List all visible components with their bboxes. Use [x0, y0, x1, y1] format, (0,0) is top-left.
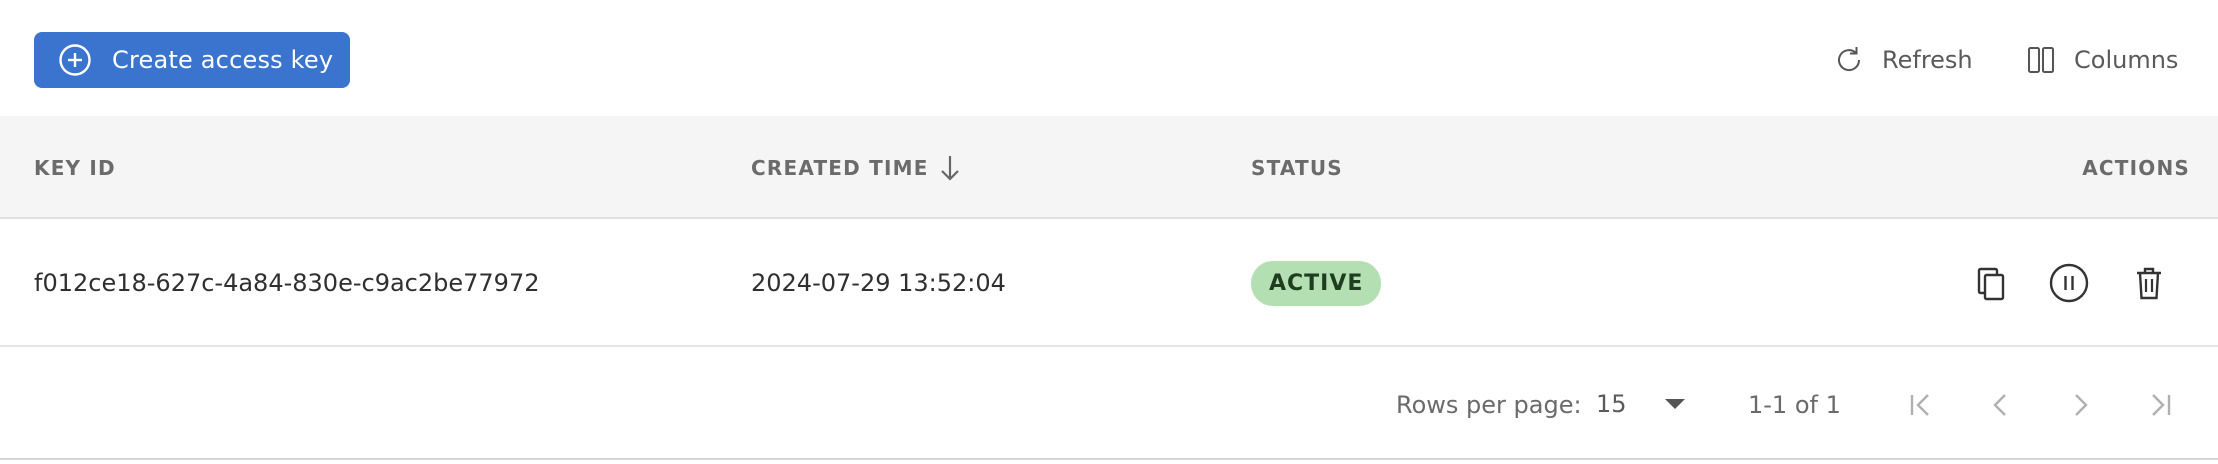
columns-icon	[2028, 47, 2054, 73]
column-header-status[interactable]: STATUS	[1251, 116, 1343, 219]
column-header-label: CREATED TIME	[751, 155, 929, 180]
rows-per-page-value: 15	[1596, 390, 1627, 418]
rows-per-page-select[interactable]: 15	[1596, 379, 1706, 429]
arrow-down-icon	[940, 155, 959, 181]
last-page-icon	[2152, 394, 2171, 416]
column-header-key-id[interactable]: KEY ID	[34, 116, 116, 219]
delete-button[interactable]	[2121, 255, 2177, 311]
refresh-label: Refresh	[1882, 46, 1973, 74]
create-access-key-button[interactable]: Create access key	[34, 32, 350, 88]
trash-icon	[2137, 267, 2161, 300]
copy-icon	[1977, 267, 2005, 301]
column-header-actions: ACTIONS	[2082, 116, 2190, 219]
refresh-icon	[1838, 47, 1861, 72]
status-cell: ACTIVE	[1251, 219, 1382, 347]
created-time-cell: 2024-07-29 13:52:04	[751, 269, 1006, 297]
rows-per-page-label: Rows per page:	[1396, 390, 1582, 419]
key-id-cell: f012ce18-627c-4a84-830e-c9ac2be77972	[34, 269, 540, 297]
last-page-button[interactable]	[2138, 383, 2182, 427]
table-header: KEY ID CREATED TIME STATUS ACTIONS	[0, 116, 2218, 219]
columns-button[interactable]: Columns	[2024, 40, 2178, 80]
columns-label: Columns	[2074, 46, 2179, 74]
access-keys-panel: Create access key Refresh Columns KEY ID…	[0, 0, 2218, 460]
toolbar: Create access key Refresh Columns	[0, 0, 2218, 116]
first-page-button[interactable]	[1899, 383, 1943, 427]
column-header-label: KEY ID	[34, 155, 116, 180]
previous-page-button[interactable]	[1979, 383, 2023, 427]
column-header-label: STATUS	[1251, 155, 1343, 180]
pagination-range: 1-1 of 1	[1748, 390, 1841, 419]
first-page-icon	[1910, 394, 1929, 416]
column-header-label: ACTIONS	[2082, 155, 2190, 180]
chevron-right-icon	[2075, 394, 2088, 416]
table-row: f012ce18-627c-4a84-830e-c9ac2be77972 202…	[0, 219, 2218, 347]
column-header-created-time[interactable]: CREATED TIME	[751, 116, 963, 219]
pagination-bar: Rows per page: 15 1-1 of 1	[0, 349, 2218, 460]
pause-button[interactable]	[2041, 255, 2097, 311]
pause-circle-icon	[2049, 263, 2089, 303]
chevron-left-icon	[1993, 394, 2006, 416]
copy-button[interactable]	[1963, 255, 2019, 311]
add-circle-icon	[59, 44, 91, 76]
create-access-key-label: Create access key	[112, 46, 334, 74]
caret-down-icon	[1664, 399, 1685, 409]
refresh-button[interactable]: Refresh	[1832, 40, 1973, 80]
status-badge: ACTIVE	[1251, 260, 1382, 306]
next-page-button[interactable]	[2058, 383, 2102, 427]
